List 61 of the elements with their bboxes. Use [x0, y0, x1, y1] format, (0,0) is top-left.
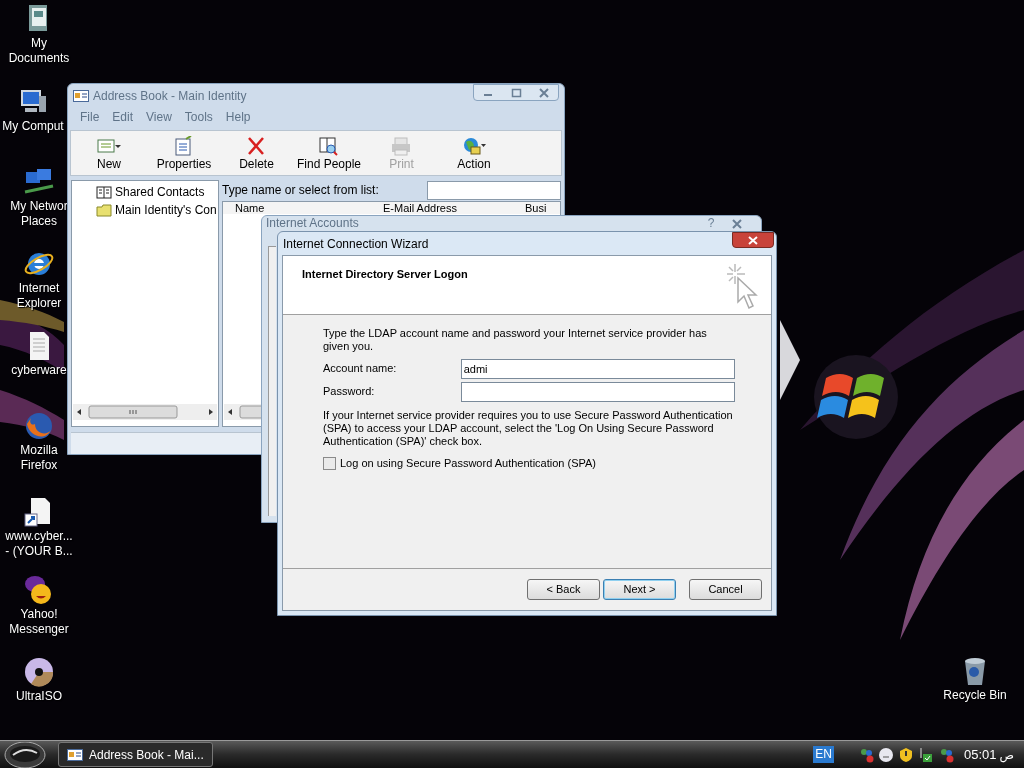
- desktop-icon-label[interactable]: Internet Explorer: [16, 281, 62, 311]
- toolbar-button[interactable]: Delete: [229, 131, 284, 172]
- menu-item[interactable]: File: [80, 108, 100, 127]
- window-title: Internet Accounts: [266, 216, 359, 231]
- toolbar-button[interactable]: New: [79, 131, 139, 172]
- toolbar-button[interactable]: Action: [429, 131, 519, 172]
- toolbar-button[interactable]: Properties: [139, 131, 229, 172]
- desktop-icon-label[interactable]: www.cyber... - (YOUR B...: [5, 529, 73, 559]
- book-icon: [96, 184, 112, 200]
- dialog-heading: Internet Directory Server Logon: [302, 267, 468, 282]
- language-indicator[interactable]: EN: [813, 746, 834, 763]
- checkbox[interactable]: [323, 456, 336, 470]
- text-field[interactable]: admi: [460, 358, 735, 379]
- folder-icon: [96, 202, 112, 218]
- search-field[interactable]: [427, 180, 561, 200]
- menu-item[interactable]: View: [146, 108, 172, 127]
- close-icon: [748, 235, 758, 245]
- face-icon[interactable]: [877, 746, 894, 763]
- globe-with-phone-icon: [461, 136, 487, 157]
- checkbox-label: Log on using Secure Password Authentication (SPA): [340, 456, 596, 471]
- horizontal-scrollbar[interactable]: [73, 404, 217, 421]
- dialog-button[interactable]: < Back: [527, 579, 600, 600]
- dialog-button[interactable]: Next >: [603, 579, 676, 600]
- taskbar-button[interactable]: Address Book - Mai...: [58, 742, 213, 767]
- desktop-icon-label[interactable]: cyberware: [11, 363, 67, 378]
- tree-item[interactable]: Shared Contacts: [96, 183, 218, 202]
- disc-icon[interactable]: [23, 656, 55, 688]
- shield-icon[interactable]: [897, 746, 914, 763]
- menu-item[interactable]: Tools: [184, 108, 213, 127]
- toolbar-button[interactable]: Find People: [284, 131, 374, 172]
- dialog-button[interactable]: Cancel: [689, 579, 762, 600]
- search-label: Type name or select from list:: [222, 182, 379, 200]
- field-label: Account name:: [323, 361, 398, 377]
- desktop-icon-label[interactable]: Recycle Bin: [943, 688, 1007, 703]
- desktop-icon-label[interactable]: Mozilla Firefox: [20, 443, 58, 473]
- window-title: Address Book - Main Identity: [93, 87, 247, 105]
- checkmark-icon[interactable]: [917, 746, 934, 763]
- address-card-icon: [67, 748, 83, 761]
- desktop-icon-label[interactable]: My Comput: [2, 119, 64, 134]
- fox-globe-icon[interactable]: [23, 410, 55, 442]
- desktop-icon-label[interactable]: My Networ Places: [10, 199, 68, 229]
- window-title: Internet Connection Wizard: [283, 235, 429, 253]
- intro-text: Type the LDAP account name and password your Internet service provider has given you.: [323, 327, 708, 353]
- sparkle-cursor-icon: [725, 262, 759, 310]
- text-field[interactable]: [460, 381, 735, 402]
- field-label: Password:: [323, 384, 376, 400]
- start-orb[interactable]: [4, 741, 46, 768]
- clock-period[interactable]: ص: [999, 745, 1014, 764]
- address-card-icon: [73, 89, 89, 102]
- column-header[interactable]: Busi: [513, 202, 553, 215]
- desktop-icon-label[interactable]: UltraISO: [16, 689, 62, 704]
- column-header[interactable]: Name: [223, 202, 371, 215]
- clock-time[interactable]: 05:01: [963, 744, 997, 765]
- menu-item[interactable]: Help: [225, 108, 251, 127]
- close-button[interactable]: [732, 232, 774, 248]
- tree-item[interactable]: Main Identity's Con: [96, 201, 218, 220]
- desktop-icon-label[interactable]: Yahoo! Messenger: [9, 607, 69, 637]
- menu-item[interactable]: Edit: [112, 108, 134, 127]
- info-text: If your Internet service provider requires you to use Secure Password Authentication (SPA) to access your LDAP account, select the 'Log On Using Secure Password Authentication (SPA)' check box.: [323, 409, 734, 448]
- column-header[interactable]: E-Mail Address: [371, 202, 513, 215]
- desktop-icon-label[interactable]: My Documents: [8, 36, 70, 66]
